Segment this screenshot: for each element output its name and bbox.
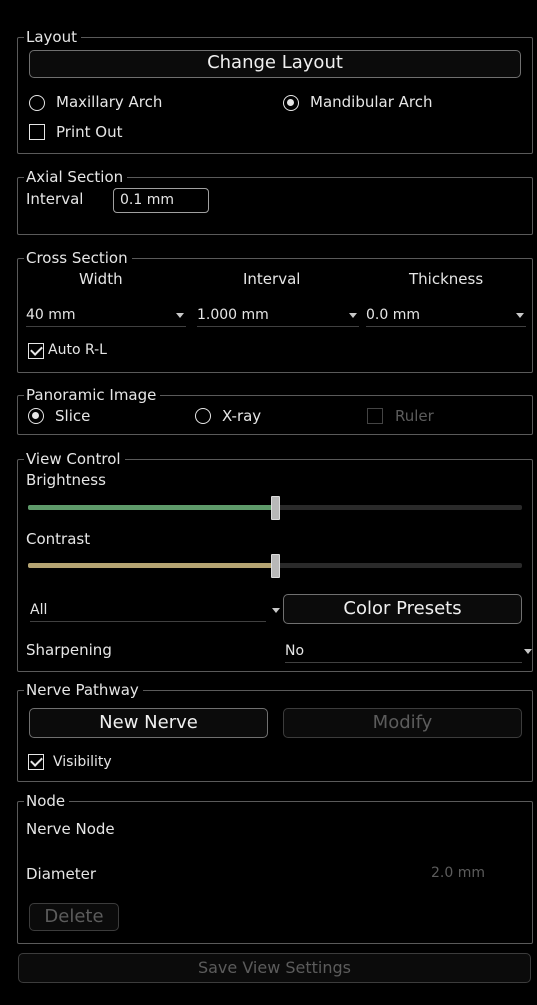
contrast-label: Contrast (26, 530, 91, 548)
axial-interval-input[interactable]: 0.1 mm (113, 188, 209, 213)
contrast-slider-handle[interactable] (271, 554, 280, 578)
cross-interval-value: 1.000 mm (197, 307, 269, 323)
chevron-down-icon (176, 313, 184, 318)
xray-label: X-ray (222, 407, 262, 425)
auto-rl-label: Auto R-L (48, 342, 107, 358)
xray-radio[interactable] (195, 408, 211, 424)
new-nerve-button[interactable]: New Nerve (29, 708, 268, 738)
brightness-slider-fill (28, 505, 275, 510)
visibility-label: Visibility (53, 754, 112, 770)
chevron-down-icon (272, 608, 280, 613)
view-control-title: View Control (24, 450, 125, 468)
maxillary-label: Maxillary Arch (56, 93, 163, 111)
chevron-down-icon (516, 313, 524, 318)
brightness-label: Brightness (26, 471, 106, 489)
sharpening-select[interactable]: No (285, 641, 532, 663)
settings-panel: Layout Change Layout Maxillary Arch Mand… (0, 0, 537, 1005)
save-view-settings-button[interactable]: Save View Settings (18, 953, 531, 983)
sharpening-label: Sharpening (26, 641, 112, 659)
delete-button[interactable]: Delete (29, 903, 119, 931)
ruler-label: Ruler (395, 407, 434, 425)
cross-thickness-label: Thickness (409, 270, 484, 288)
color-presets-button[interactable]: Color Presets (283, 594, 522, 624)
filter-select[interactable]: All (30, 600, 280, 622)
view-control-group: View Control Brightness Contrast All Col… (17, 450, 533, 672)
slice-radio[interactable] (28, 408, 44, 424)
filter-value: All (30, 602, 48, 618)
nerve-pathway-title: Nerve Pathway (24, 681, 143, 699)
change-layout-button[interactable]: Change Layout (29, 50, 521, 78)
cross-thickness-value: 0.0 mm (366, 307, 420, 323)
cross-section-group: Cross Section Width Interval Thickness 4… (17, 249, 533, 373)
axial-interval-label: Interval (26, 190, 84, 208)
panoramic-group: Panoramic Image Slice X-ray Ruler (17, 386, 533, 435)
panoramic-title: Panoramic Image (24, 386, 161, 404)
cross-thickness-select[interactable]: 0.0 mm (366, 305, 526, 327)
maxillary-radio[interactable] (29, 95, 45, 111)
nerve-pathway-group: Nerve Pathway New Nerve Modify Visibilit… (17, 681, 533, 782)
cross-width-value: 40 mm (26, 307, 76, 323)
nerve-node-label: Nerve Node (26, 820, 115, 838)
visibility-checkbox[interactable] (28, 754, 44, 770)
contrast-slider-fill (28, 563, 275, 568)
diameter-label: Diameter (26, 865, 97, 883)
auto-rl-checkbox[interactable] (28, 343, 44, 359)
mandibular-radio[interactable] (283, 95, 299, 111)
diameter-value: 2.0 mm (431, 865, 485, 881)
chevron-down-icon (524, 649, 532, 654)
cross-width-label: Width (79, 270, 123, 288)
cross-section-title: Cross Section (24, 249, 132, 267)
print-out-checkbox[interactable] (29, 124, 45, 140)
ruler-checkbox[interactable] (367, 408, 383, 424)
mandibular-label: Mandibular Arch (310, 93, 433, 111)
axial-section-title: Axial Section (24, 168, 128, 186)
cross-interval-select[interactable]: 1.000 mm (197, 305, 359, 327)
node-title: Node (24, 792, 70, 810)
layout-group-title: Layout (24, 28, 81, 46)
cross-interval-label: Interval (243, 270, 301, 288)
layout-group: Layout Change Layout Maxillary Arch Mand… (17, 28, 533, 154)
slice-label: Slice (55, 407, 91, 425)
node-group: Node Nerve Node Diameter 2.0 mm Delete (17, 792, 533, 944)
sharpening-value: No (285, 643, 305, 659)
print-out-label: Print Out (56, 123, 123, 141)
brightness-slider-handle[interactable] (271, 496, 280, 520)
cross-width-select[interactable]: 40 mm (26, 305, 186, 327)
modify-button[interactable]: Modify (283, 708, 522, 738)
axial-section-group: Axial Section Interval 0.1 mm (17, 168, 533, 235)
chevron-down-icon (349, 313, 357, 318)
